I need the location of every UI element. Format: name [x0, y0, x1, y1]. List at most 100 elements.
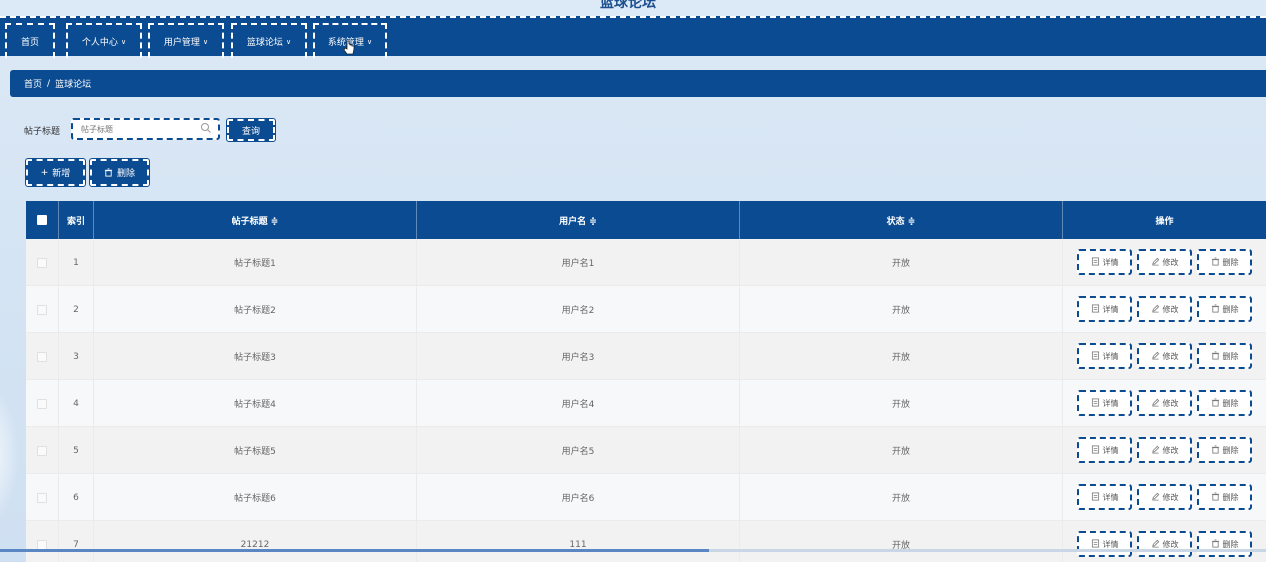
- table-row: 5 帖子标题5 用户名5 开放 详情 修改 删除: [26, 427, 1266, 474]
- nav-item-basketball-forum[interactable]: 篮球论坛 ∨: [231, 23, 307, 58]
- chevron-down-icon: ∨: [120, 37, 127, 46]
- delete-button[interactable]: 删除: [1197, 296, 1252, 322]
- query-button[interactable]: 查询: [226, 118, 276, 142]
- header-username[interactable]: 用户名 ≑: [417, 201, 740, 239]
- site-title: 篮球论坛: [600, 0, 656, 11]
- edit-button[interactable]: 修改: [1137, 437, 1192, 463]
- delete-button-label: 删除: [1222, 445, 1239, 455]
- delete-button-label: 删除: [1222, 304, 1239, 314]
- search-label: 帖子标题: [24, 127, 61, 137]
- detail-button[interactable]: 详情: [1077, 296, 1132, 322]
- horizontal-scrollbar[interactable]: [0, 549, 1266, 552]
- breadcrumb-current: 篮球论坛: [55, 80, 92, 90]
- row-status: 开放: [740, 333, 1063, 380]
- row-title: 帖子标题6: [94, 474, 417, 521]
- header-actions: 操作: [1155, 216, 1174, 227]
- row-index: 4: [59, 380, 94, 427]
- row-checkbox[interactable]: [37, 257, 47, 268]
- row-index: 2: [59, 286, 94, 333]
- row-status: 开放: [740, 474, 1063, 521]
- delete-button[interactable]: 删除: [1197, 343, 1252, 369]
- document-icon: [1091, 444, 1100, 456]
- edit-button[interactable]: 修改: [1137, 484, 1192, 510]
- search-input[interactable]: [73, 120, 193, 138]
- delete-button-label: 删除: [1222, 398, 1239, 408]
- detail-button[interactable]: 详情: [1077, 437, 1132, 463]
- row-select-cell: [26, 474, 59, 521]
- select-all-checkbox[interactable]: [37, 215, 47, 225]
- edit-button[interactable]: 修改: [1137, 343, 1192, 369]
- nav-item-home[interactable]: 首页: [5, 23, 55, 58]
- row-title: 帖子标题2: [94, 286, 417, 333]
- edit-button-label: 修改: [1162, 351, 1179, 361]
- pencil-icon: [1151, 304, 1160, 315]
- delete-button[interactable]: 删除: [1197, 531, 1252, 557]
- row-title: 21212: [94, 521, 417, 562]
- table-row: 4 帖子标题4 用户名4 开放 详情 修改 删除: [26, 380, 1266, 427]
- document-icon: [1091, 303, 1100, 315]
- detail-button[interactable]: 详情: [1077, 531, 1132, 557]
- row-checkbox[interactable]: [37, 539, 47, 550]
- row-checkbox[interactable]: [37, 351, 47, 362]
- detail-button[interactable]: 详情: [1077, 390, 1132, 416]
- trash-icon: [1211, 256, 1220, 268]
- row-select-cell: [26, 239, 59, 286]
- batch-delete-button[interactable]: 删除: [89, 158, 150, 187]
- row-title: 帖子标题4: [94, 380, 417, 427]
- row-status: 开放: [740, 286, 1063, 333]
- row-index: 3: [59, 333, 94, 380]
- row-username: 用户名3: [417, 333, 740, 380]
- row-checkbox[interactable]: [37, 445, 47, 456]
- trash-icon: [1211, 444, 1220, 456]
- detail-button-label: 详情: [1102, 539, 1119, 549]
- chevron-down-icon: ∨: [202, 37, 209, 46]
- detail-button-label: 详情: [1102, 257, 1119, 267]
- trash-icon: [1211, 350, 1220, 362]
- delete-button-label: 删除: [1222, 257, 1239, 267]
- table-row: 3 帖子标题3 用户名3 开放 详情 修改 删除: [26, 333, 1266, 380]
- breadcrumb-home[interactable]: 首页: [24, 77, 42, 90]
- header-select-all[interactable]: [26, 201, 59, 239]
- row-checkbox[interactable]: [37, 492, 47, 503]
- detail-button[interactable]: 详情: [1077, 249, 1132, 275]
- row-checkbox[interactable]: [37, 398, 47, 409]
- detail-button-label: 详情: [1102, 304, 1119, 314]
- breadcrumb-separator: /: [47, 78, 51, 89]
- background-decoration: [0, 380, 20, 530]
- delete-button[interactable]: 删除: [1197, 390, 1252, 416]
- header-title[interactable]: 帖子标题 ≑: [94, 201, 417, 239]
- document-icon: [1091, 256, 1100, 268]
- row-title: 帖子标题5: [94, 427, 417, 474]
- table-header: 索引 帖子标题 ≑ 用户名 ≑ 状态 ≑ 操作: [26, 201, 1266, 239]
- edit-button[interactable]: 修改: [1137, 249, 1192, 275]
- table-row: 1 帖子标题1 用户名1 开放 详情 修改 删除: [26, 239, 1266, 286]
- row-username: 用户名1: [417, 239, 740, 286]
- nav-item-personal-center[interactable]: 个人中心 ∨: [66, 23, 142, 58]
- delete-button[interactable]: 删除: [1197, 484, 1252, 510]
- row-select-cell: [26, 427, 59, 474]
- row-select-cell: [26, 521, 59, 562]
- pencil-icon: [1151, 539, 1160, 550]
- row-actions: 详情 修改 删除: [1063, 333, 1266, 380]
- edit-button[interactable]: 修改: [1137, 296, 1192, 322]
- document-icon: [1091, 350, 1100, 362]
- row-select-cell: [26, 333, 59, 380]
- delete-button[interactable]: 删除: [1197, 437, 1252, 463]
- header-status[interactable]: 状态 ≑: [740, 201, 1063, 239]
- pencil-icon: [1151, 398, 1160, 409]
- search-icon: [201, 123, 211, 133]
- delete-button[interactable]: 删除: [1197, 249, 1252, 275]
- row-title: 帖子标题1: [94, 239, 417, 286]
- detail-button[interactable]: 详情: [1077, 484, 1132, 510]
- nav-item-user-management[interactable]: 用户管理 ∨: [148, 23, 224, 58]
- add-button[interactable]: + 新增: [25, 158, 86, 187]
- edit-button[interactable]: 修改: [1137, 531, 1192, 557]
- row-actions: 详情 修改 删除: [1063, 427, 1266, 474]
- detail-button[interactable]: 详情: [1077, 343, 1132, 369]
- row-checkbox[interactable]: [37, 304, 47, 315]
- edit-button-label: 修改: [1162, 539, 1179, 549]
- edit-button[interactable]: 修改: [1137, 390, 1192, 416]
- row-index: 1: [59, 239, 94, 286]
- search-field-wrapper: [71, 118, 220, 140]
- detail-button-label: 详情: [1102, 351, 1119, 361]
